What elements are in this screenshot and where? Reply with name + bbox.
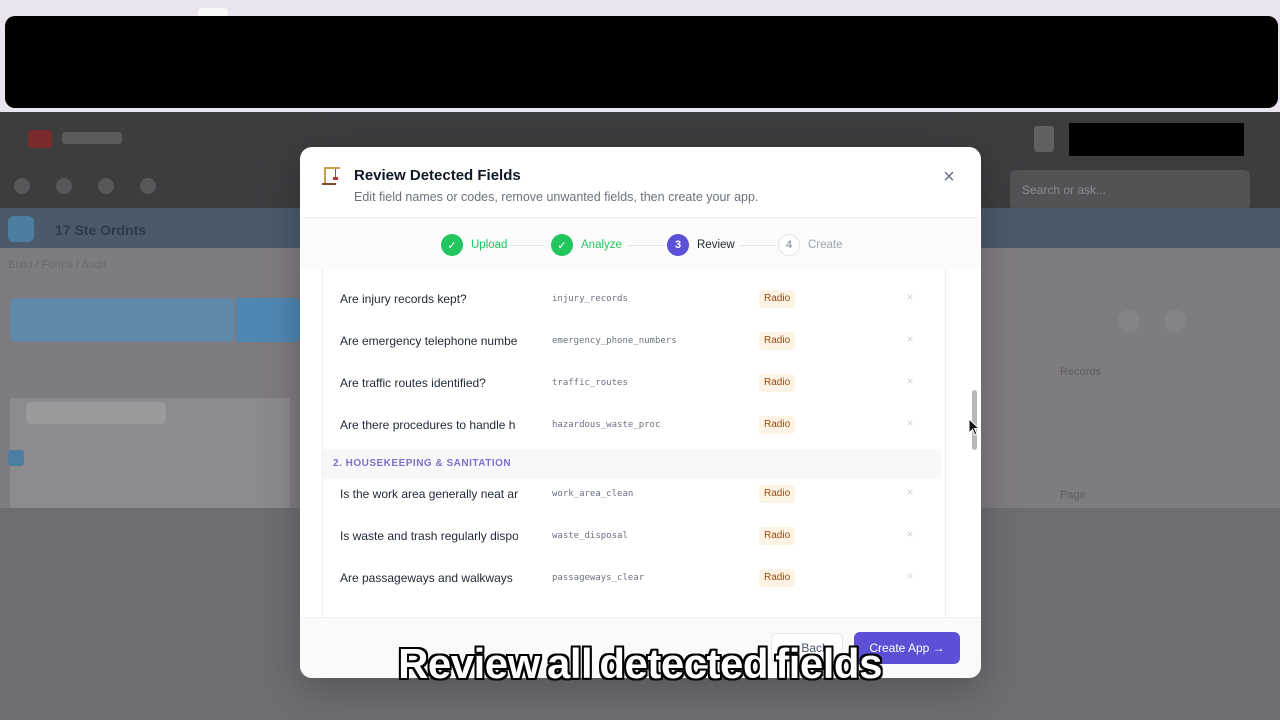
step-label: Upload [471, 239, 508, 251]
bg-subheader-title: 17 Ste Ordnts [55, 222, 147, 238]
crane-icon [322, 167, 340, 185]
field-code-input[interactable]: injury_records [552, 294, 628, 304]
redacted-bar [5, 16, 1278, 108]
step-analyze[interactable]: ✓ Analyze [551, 234, 622, 256]
field-name-input[interactable]: Is waste and trash regularly dispo [340, 529, 518, 543]
bg-logo [28, 130, 52, 148]
redacted-block [1069, 123, 1244, 156]
field-name-input[interactable]: Are there procedures to handle h [340, 418, 518, 432]
bg-circle-icon [1118, 310, 1140, 332]
field-row: Are injury records kept? injury_records … [323, 279, 945, 321]
field-code-input[interactable]: emergency_phone_numbers [552, 336, 677, 346]
modal-title: Review Detected Fields [354, 167, 521, 184]
field-name-input[interactable]: Are passageways and walkways [340, 571, 518, 585]
step-create[interactable]: 4 Create [778, 234, 843, 256]
field-type-badge: Radio [759, 332, 796, 350]
bg-pill [26, 402, 166, 424]
field-name-input[interactable]: Are traffic routes identified? [340, 376, 518, 390]
field-row: Are passageways and walkways passageways… [323, 558, 945, 600]
bg-toolbar-icon [14, 178, 30, 194]
bg-app-icon [8, 216, 34, 242]
field-name-input[interactable]: Are injury records kept? [340, 292, 518, 306]
review-fields-modal: Review Detected Fields Edit field names … [300, 147, 981, 678]
remove-icon[interactable]: × [903, 416, 917, 430]
step-label: Create [808, 239, 843, 251]
bg-right-label: Page [1060, 489, 1086, 501]
field-type-badge: Radio [759, 290, 796, 308]
mouse-cursor-icon [968, 418, 980, 436]
field-type-badge: Radio [759, 569, 796, 587]
field-type-badge: Radio [759, 527, 796, 545]
field-code-input[interactable]: waste_disposal [552, 531, 628, 541]
remove-icon[interactable]: × [903, 374, 917, 388]
modal-header: Review Detected Fields Edit field names … [300, 147, 981, 217]
bg-toolbar-icon [98, 178, 114, 194]
remove-icon[interactable]: × [903, 527, 917, 541]
step-number: 4 [778, 234, 800, 256]
remove-icon[interactable]: × [903, 290, 917, 304]
step-label: Analyze [581, 239, 622, 251]
field-type-badge: Radio [759, 374, 796, 392]
check-icon: ✓ [441, 234, 463, 256]
remove-icon[interactable]: × [903, 332, 917, 346]
close-button[interactable]: × [937, 166, 961, 190]
bg-logo-text [62, 132, 122, 144]
browser-chrome [0, 0, 1280, 112]
bg-toolbar-icon [140, 178, 156, 194]
field-code-input[interactable]: passageways_clear [552, 573, 644, 583]
bg-square-icon [1034, 126, 1054, 152]
field-row: Are traffic routes identified? traffic_r… [323, 363, 945, 405]
bg-circle-icon [1164, 310, 1186, 332]
modal-subtitle: Edit field names or codes, remove unwant… [354, 190, 759, 204]
bg-checkbox [8, 450, 24, 466]
field-code-input[interactable]: hazardous_waste_proc [552, 420, 660, 430]
remove-icon[interactable]: × [903, 485, 917, 499]
step-review[interactable]: 3 Review [667, 234, 735, 256]
field-row: Are there procedures to handle h hazardo… [323, 405, 945, 447]
field-code-input[interactable]: traffic_routes [552, 378, 628, 388]
stepper: ✓ Upload ✓ Analyze 3 Review 4 Create [300, 217, 981, 269]
check-icon: ✓ [551, 234, 573, 256]
bg-toolbar-icon [56, 178, 72, 194]
field-name-input[interactable]: Is the work area generally neat ar [340, 487, 518, 501]
field-code-input[interactable]: work_area_clean [552, 489, 633, 499]
field-type-badge: Radio [759, 416, 796, 434]
fields-list[interactable]: Are injury records kept? injury_records … [322, 269, 946, 617]
step-connector [740, 245, 776, 246]
field-type-badge: Radio [759, 485, 796, 503]
bg-search-input: Search or ask... [1010, 170, 1250, 210]
bg-breadcrumb: Build / Forms / Audit [8, 259, 107, 271]
remove-icon[interactable]: × [903, 569, 917, 583]
bg-secondary-button [236, 298, 300, 342]
field-name-input[interactable]: Are emergency telephone numbe [340, 334, 518, 348]
field-row: Is the work area generally neat ar work_… [323, 474, 945, 516]
step-upload[interactable]: ✓ Upload [441, 234, 507, 256]
field-row: Is waste and trash regularly dispo waste… [323, 516, 945, 558]
field-row: Are emergency telephone numbe emergency_… [323, 321, 945, 363]
video-caption: Review all detected fields [398, 640, 882, 687]
step-number: 3 [667, 234, 689, 256]
bg-primary-button [10, 298, 234, 342]
step-label: Review [697, 239, 735, 251]
bg-right-label: Records [1060, 366, 1101, 378]
